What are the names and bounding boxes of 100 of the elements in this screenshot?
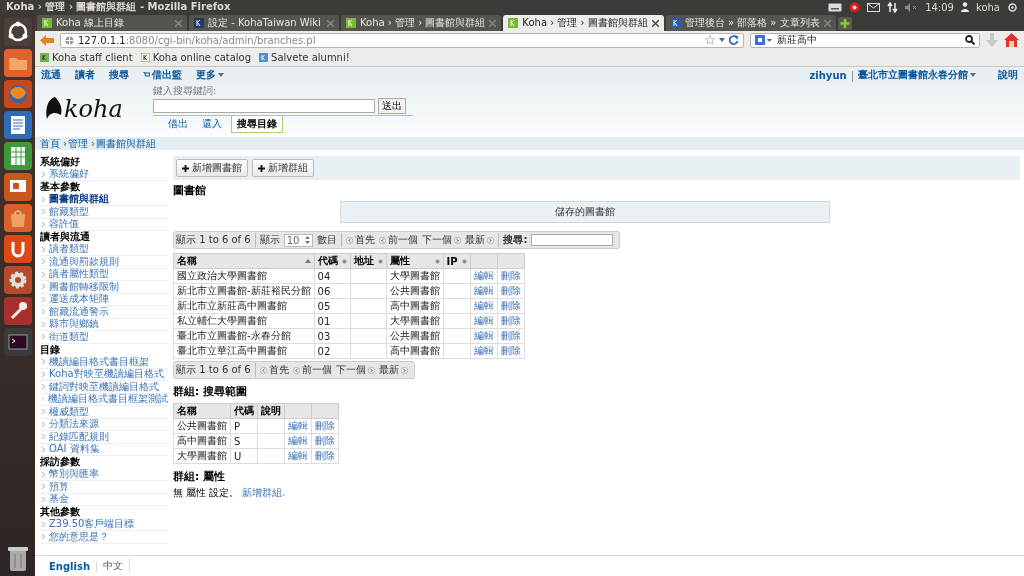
pager-link[interactable]: 首先 [346,233,376,247]
help-link[interactable]: 說明 [998,68,1018,82]
address-bar[interactable]: 127.0.1.1:8080/cgi-bin/koha/admin/branches.pl [60,32,744,48]
pager-link[interactable]: 最新 [378,363,408,377]
sidebar-link[interactable]: 您的意思是？ [49,529,109,544]
submit-button[interactable]: 送出 [378,98,406,114]
column-header[interactable]: 地址 [350,253,387,269]
sidebar-link[interactable]: 讀者類型 [49,242,89,257]
sidebar-link[interactable]: 分類法來源 [49,417,99,432]
nav-link[interactable]: 更多 [196,68,224,82]
table-cell: 新北市立圖書館-新莊裕民分館 [173,283,315,299]
table-search-field[interactable] [531,234,614,246]
reload-icon[interactable] [729,35,739,45]
sidebar-link[interactable]: 縣市與鄉鎮 [49,317,99,332]
sidebar-link[interactable]: Z39.50客戶端目標 [49,517,135,532]
bookmark[interactable]: Salvete alumni! [259,52,350,63]
add-button[interactable]: 新增圖書館 [176,159,248,177]
pager-link[interactable]: 下一個 [335,363,375,377]
slides-icon[interactable] [3,173,32,201]
clock[interactable]: 14:09 [925,1,954,13]
nav-link[interactable]: 流通 [41,68,61,82]
search-tab[interactable]: 借出 [163,116,193,133]
sidebar-link[interactable]: 系統偏好 [49,167,89,182]
sidebar-link[interactable]: 圖書館轉移限制 [49,279,119,294]
indicator-icon[interactable] [849,1,861,13]
sidebar-link[interactable]: 流通與罰款規則 [49,254,119,269]
sidebar-link[interactable]: 街道類型 [49,329,89,344]
mail-icon[interactable] [867,2,881,12]
new-tab-icon[interactable] [837,17,852,30]
pager-link[interactable]: 下一個 [422,233,462,247]
user-name[interactable]: koha [975,1,1000,13]
browser-tab[interactable]: Koha › 管理 › 圖書館與群組 [341,15,502,31]
sidebar-link[interactable]: 機讀編目格式書目框架測試 [48,392,168,407]
browser-tab[interactable]: 管理後台 » 部落格 » 文章列表 [665,15,836,31]
sidebar-link[interactable]: 館藏類型 [49,204,89,219]
muted-speaker-icon[interactable] [905,2,919,12]
breadcrumb-link[interactable]: 管理 [68,136,88,151]
search-engine-icon[interactable] [755,35,773,45]
trash-icon[interactable] [5,546,30,572]
chevron-icon [42,334,45,340]
sidebar-link[interactable]: 預算 [49,479,69,494]
document-icon[interactable] [3,111,32,139]
sidebar-link[interactable]: 基金 [49,492,69,507]
globe-icon[interactable] [3,80,32,108]
search-tab[interactable]: 搜尋目錄 [231,116,283,133]
page-size-select[interactable]: 10 [283,233,314,247]
sidebar-link[interactable]: 權威類型 [49,404,89,419]
pager-link[interactable]: 首先 [259,363,289,377]
search-tab[interactable]: 還入 [197,116,227,133]
sidebar-link[interactable]: 館藏流通警示 [49,304,109,319]
close-icon[interactable] [651,19,659,27]
sidebar-link[interactable]: 讀者屬性類型 [49,267,109,282]
sidebar-link[interactable]: 機讀編目格式書目框架 [49,354,149,369]
sidebar-link[interactable]: 運送成本矩陣 [49,292,109,307]
breadcrumb-separator: › [63,138,67,149]
sidebar-link[interactable]: Koha對映至機讀編目格式 [49,367,164,382]
pager-link[interactable]: 前一個 [379,233,419,247]
browser-tab[interactable]: Koha 線上目錄 [37,15,187,31]
network-icon[interactable] [887,1,899,13]
user-link[interactable]: zihyun [809,69,847,81]
search-icon[interactable] [965,35,975,45]
breadcrumb-link[interactable]: 圖書館與群組 [96,136,156,151]
column-header[interactable]: 名稱 [173,253,315,269]
pager-link[interactable]: 最新 [465,233,495,247]
star-icon[interactable] [705,35,715,45]
sidebar-link[interactable]: 容許值 [49,217,79,232]
add-button[interactable]: 新增群組 [252,159,314,177]
nav-link[interactable]: 讀者 [75,68,95,82]
sidebar-link[interactable]: 紀錄匹配規則 [49,429,109,444]
settings-icon[interactable] [3,266,32,294]
column-header[interactable]: 屬性 [386,253,444,269]
bookmark[interactable]: Koha online catalog [140,52,252,63]
terminal-icon[interactable] [3,328,32,356]
sidebar-link[interactable]: 圖書館與群組 [49,192,109,207]
power-icon[interactable] [1007,1,1018,13]
column-header[interactable]: 代碼 [314,253,351,269]
language-link[interactable]: 中文 [97,559,131,573]
folder-icon[interactable] [3,49,32,77]
search-field[interactable]: 新莊高中 [750,32,980,48]
language-link[interactable]: English [43,560,98,572]
keyboard-icon[interactable] [828,2,843,12]
sidebar-link[interactable]: OAI 資料集 [49,442,100,457]
nav-link[interactable]: 搜尋 [109,68,129,82]
column-header[interactable]: IP [443,253,471,269]
breadcrumb-link[interactable]: 首頁 [40,136,60,151]
shopping-bag-icon[interactable] [3,204,32,232]
home-icon[interactable] [1004,33,1019,47]
browser-tab[interactable]: 設定 - KohaTaiwan Wiki [189,15,339,31]
nav-link[interactable]: 借出籃 [143,68,182,82]
pager-link[interactable]: 前一個 [292,363,332,377]
search-input[interactable] [153,99,375,113]
bookmark[interactable]: Koha staff client [40,52,133,63]
branch-link[interactable]: 臺北市立圖書館永春分館 [858,68,976,82]
sidebar-link[interactable]: 幣別與匯率 [49,467,99,482]
person-icon[interactable] [960,2,969,12]
sidebar-link[interactable]: 鍵詞對映至機讀編目格式 [49,379,159,394]
browser-tab[interactable]: Koha › 管理 › 圖書館與群組 [503,15,664,31]
add-group-link[interactable]: 新增群組. [242,486,286,500]
dropdown-icon[interactable] [719,38,725,42]
spreadsheet-icon[interactable] [3,142,32,170]
